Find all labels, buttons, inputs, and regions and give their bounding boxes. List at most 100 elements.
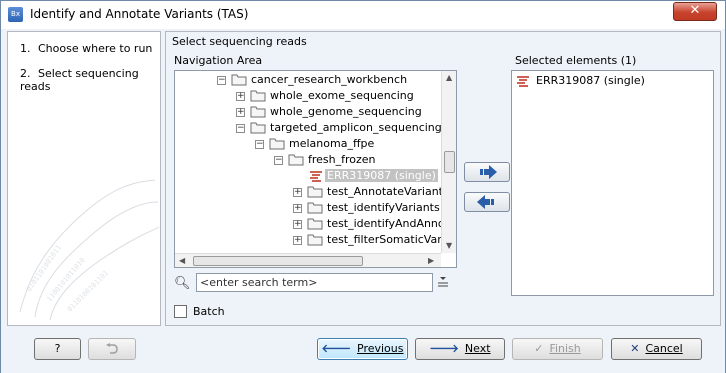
tree-row-melanoma-ffpe[interactable]: − melanoma_ffpe xyxy=(175,136,441,152)
tree-row-label: melanoma_ffpe xyxy=(289,137,375,150)
title-bar[interactable]: Bx Identify and Annotate Variants (TAS) … xyxy=(1,1,725,29)
scroll-down-icon[interactable]: ▼ xyxy=(446,241,452,250)
sequence-list-icon xyxy=(310,171,322,182)
scroll-left-icon[interactable]: ◀ xyxy=(179,256,185,265)
checkmark-icon: ✓ xyxy=(534,342,544,355)
expand-icon[interactable]: + xyxy=(236,92,245,101)
batch-label: Batch xyxy=(193,305,225,318)
search-icon[interactable]: 🔍︎ xyxy=(174,276,191,291)
step-number: 2. xyxy=(20,67,31,80)
tree-horizontal-scrollbar[interactable]: ◀ ▶ xyxy=(175,253,441,267)
tree-row-label: fresh_frozen xyxy=(308,153,376,166)
navigation-area-label: Navigation Area xyxy=(174,54,263,67)
step-label: Select sequencing reads xyxy=(20,67,139,93)
folder-open-icon xyxy=(269,138,285,150)
folder-icon xyxy=(307,186,323,198)
app-icon: Bx xyxy=(8,7,23,22)
tree-row-label: whole_exome_sequencing xyxy=(270,89,414,102)
tree-row-label: test_identifyAndAnnota xyxy=(327,217,441,230)
tree-row-whole-exome-sequencing[interactable]: + whole_exome_sequencing xyxy=(175,88,441,104)
step-label: Choose where to run xyxy=(38,42,153,55)
tree-row-label: test_identifyVariants xyxy=(327,201,440,214)
footer: ? 🡐 Previous 🡒 Next ✓ Finish ✕ Cancel xyxy=(1,327,725,373)
navigation-tree[interactable]: − cancer_research_workbench + whole_exom… xyxy=(174,70,457,268)
dialog-window: Bx Identify and Annotate Variants (TAS) … xyxy=(0,0,726,373)
folder-icon xyxy=(307,218,323,230)
tree-row-cancer-research-workbench[interactable]: − cancer_research_workbench xyxy=(175,72,441,88)
expand-icon[interactable]: + xyxy=(293,188,302,197)
tree-row-whole-genome-sequencing[interactable]: + whole_genome_sequencing xyxy=(175,104,441,120)
arrow-right-icon: 🡒 xyxy=(429,342,459,355)
selected-elements-list[interactable]: ERR319087 (single) xyxy=(511,70,714,296)
remove-from-selected-button[interactable] xyxy=(464,192,510,212)
tree-row-test-filtersomaticvarian[interactable]: + test_filterSomaticVarian xyxy=(175,232,441,248)
close-button[interactable]: ✕ xyxy=(673,2,717,21)
search-options-icon[interactable] xyxy=(437,276,449,287)
expand-icon[interactable]: + xyxy=(293,220,302,229)
help-button[interactable]: ? xyxy=(34,338,81,360)
previous-label: Previous xyxy=(357,342,404,355)
folder-icon xyxy=(250,106,266,118)
batch-checkbox[interactable] xyxy=(174,305,187,318)
tree-row-fresh-frozen[interactable]: − fresh_frozen xyxy=(175,152,441,168)
next-label: Next xyxy=(464,342,491,355)
add-to-selected-button[interactable] xyxy=(464,162,510,182)
tree-row-err319087[interactable]: ERR319087 (single) xyxy=(175,168,441,184)
help-label: ? xyxy=(54,342,61,355)
steps-panel: 1. Choose where to run 2. Select sequenc… xyxy=(7,31,161,326)
scroll-thumb[interactable] xyxy=(444,151,455,173)
next-button[interactable]: 🡒 Next xyxy=(415,338,505,360)
selected-item-label: ERR319087 (single) xyxy=(536,74,645,87)
window-title: Identify and Annotate Variants (TAS) xyxy=(30,7,249,21)
dna-helix-watermark-icon: 0101101001011 1100101011010 011010010110… xyxy=(19,179,160,321)
tree-rows: − cancer_research_workbench + whole_exom… xyxy=(175,71,441,253)
folder-icon xyxy=(307,202,323,214)
dialog-content: 1. Choose where to run 2. Select sequenc… xyxy=(7,31,721,326)
folder-icon xyxy=(307,234,323,246)
collapse-icon[interactable]: − xyxy=(274,156,283,165)
tree-row-test-identifyvariants[interactable]: + test_identifyVariants xyxy=(175,200,441,216)
restore-defaults-button[interactable] xyxy=(88,338,136,360)
tree-row-label: ERR319087 (single) xyxy=(325,169,438,182)
expand-icon[interactable]: + xyxy=(236,108,245,117)
arrow-right-icon xyxy=(480,165,497,179)
tree-row-label: targeted_amplicon_sequencing xyxy=(270,121,441,134)
finish-button[interactable]: ✓ Finish xyxy=(512,338,603,360)
folder-open-icon xyxy=(250,122,266,134)
section-title: Select sequencing reads xyxy=(172,35,307,48)
tree-vertical-scrollbar[interactable]: ▲ ▼ xyxy=(441,71,456,253)
expand-icon[interactable]: + xyxy=(293,236,302,245)
cancel-button[interactable]: ✕ Cancel xyxy=(611,338,702,360)
collapse-icon[interactable]: − xyxy=(217,76,226,85)
scroll-thumb[interactable] xyxy=(193,256,363,266)
tree-row-targeted-amplicon-sequencing[interactable]: − targeted_amplicon_sequencing xyxy=(175,120,441,136)
selected-elements-label: Selected elements (1) xyxy=(515,54,637,67)
main-panel: Select sequencing reads Navigation Area … xyxy=(165,31,721,326)
step-number: 1. xyxy=(20,42,31,55)
x-icon: ✕ xyxy=(630,342,640,355)
finish-label: Finish xyxy=(549,342,581,355)
arrow-left-icon: 🡐 xyxy=(321,342,352,355)
scroll-up-icon[interactable]: ▲ xyxy=(446,73,452,82)
folder-icon xyxy=(250,90,266,102)
sequence-list-icon xyxy=(517,76,529,87)
tree-row-label: whole_genome_sequencing xyxy=(270,105,422,118)
tree-row-test-identifyandannota[interactable]: + test_identifyAndAnnota xyxy=(175,216,441,232)
step-1: 1. Choose where to run xyxy=(20,42,152,55)
cancel-label: Cancel xyxy=(645,342,683,355)
tree-row-test-annotatevariants[interactable]: + test_AnnotateVariants xyxy=(175,184,441,200)
expand-icon[interactable]: + xyxy=(293,204,302,213)
tree-row-label: cancer_research_workbench xyxy=(251,73,408,86)
search-input[interactable] xyxy=(196,273,433,292)
folder-open-icon xyxy=(288,154,304,166)
collapse-icon[interactable]: − xyxy=(236,124,245,133)
arrow-left-icon xyxy=(477,195,494,209)
previous-button[interactable]: 🡐 Previous xyxy=(317,338,408,360)
collapse-icon[interactable]: − xyxy=(255,140,264,149)
tree-row-label: test_AnnotateVariants xyxy=(327,185,441,198)
scroll-right-icon[interactable]: ▶ xyxy=(428,256,434,265)
tree-row-label: test_filterSomaticVarian xyxy=(327,233,441,246)
step-2: 2. Select sequencing reads xyxy=(20,67,160,93)
undo-icon xyxy=(106,343,118,354)
folder-open-icon xyxy=(231,74,247,86)
